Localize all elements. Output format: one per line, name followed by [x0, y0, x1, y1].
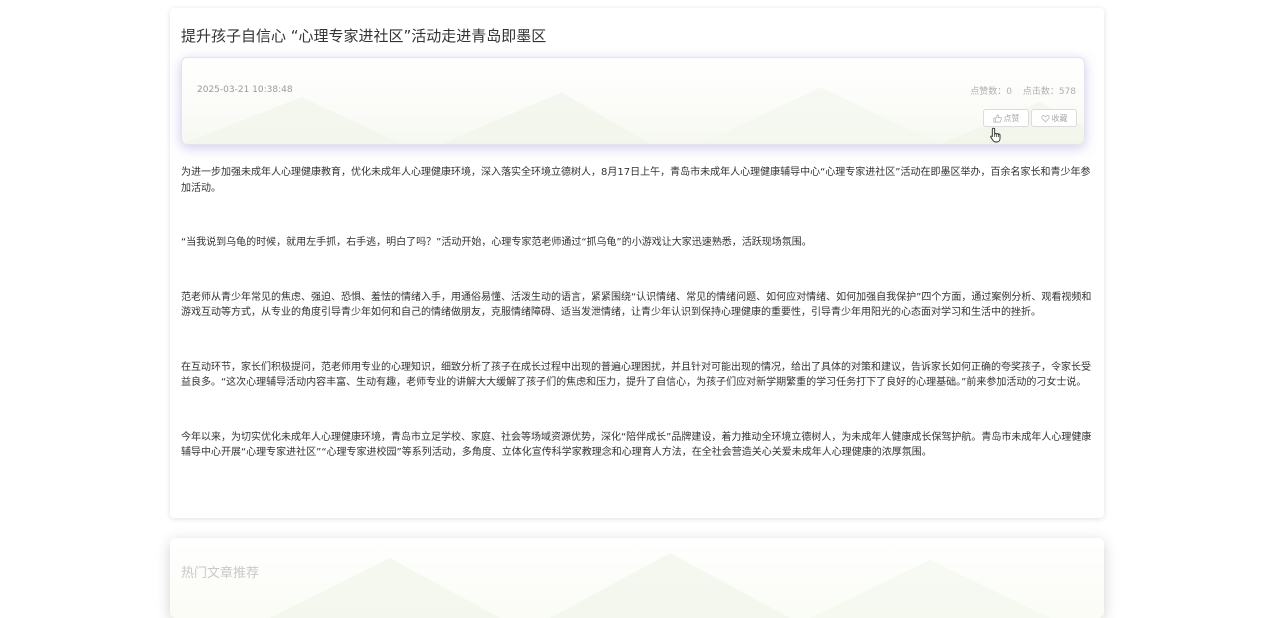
article-meta-box: 2025-03-21 10:38:48 点赞数：0 点击数：578 点赞 收藏 — [181, 57, 1085, 145]
like-button-label: 点赞 — [1003, 113, 1020, 123]
article-paragraph: 在互动环节，家长们积极提问，范老师用专业的心理知识，细致分析了孩子在成长过程中出… — [181, 361, 1091, 389]
decorative-background — [182, 87, 1084, 144]
thumbs-up-icon — [993, 114, 1002, 122]
likes-count: 点赞数：0 — [970, 87, 1012, 97]
article-actions: 点赞 收藏 — [983, 109, 1077, 127]
article-paragraph: 为进一步加强未成年人心理健康教育，优化未成年人心理健康环境，深入落实全环境立德树… — [181, 167, 1091, 194]
hot-articles-title: 热门文章推荐 — [181, 566, 260, 581]
hand-pointer-icon — [990, 127, 1001, 143]
favorite-button-label: 收藏 — [1051, 113, 1068, 123]
article-content: 为进一步加强未成年人心理健康教育，优化未成年人心理健康环境，深入落实全环境立德树… — [181, 165, 1093, 500]
article-stats: 点赞数：0 点击数：578 — [962, 84, 1076, 97]
article-title: 提升孩子自信心 “心理专家进社区”活动走进青岛即墨区 — [181, 27, 547, 45]
article-paragraph: “当我说到乌龟的时候，就用左手抓，右手逃，明白了吗？”活动开始，心理专家范老师通… — [181, 237, 812, 248]
heart-icon — [1040, 114, 1050, 122]
hot-articles-card: 热门文章推荐 — [170, 538, 1104, 618]
article-paragraph: 范老师从青少年常见的焦虑、强迫、恐惧、羞怯的情绪入手，用通俗易懂、活泼生动的语言… — [181, 291, 1092, 319]
like-button[interactable]: 点赞 — [983, 109, 1029, 127]
article-paragraph: 今年以来，为切实优化未成年人心理健康环境，青岛市立足学校、家庭、社会等场域资源优… — [181, 431, 1092, 459]
publish-date: 2025-03-21 10:38:48 — [197, 85, 293, 95]
article-card: 提升孩子自信心 “心理专家进社区”活动走进青岛即墨区 2025-03-21 10… — [170, 8, 1104, 518]
clicks-count: 点击数：578 — [1022, 87, 1076, 97]
decorative-background — [270, 553, 1050, 618]
favorite-button[interactable]: 收藏 — [1031, 109, 1077, 127]
